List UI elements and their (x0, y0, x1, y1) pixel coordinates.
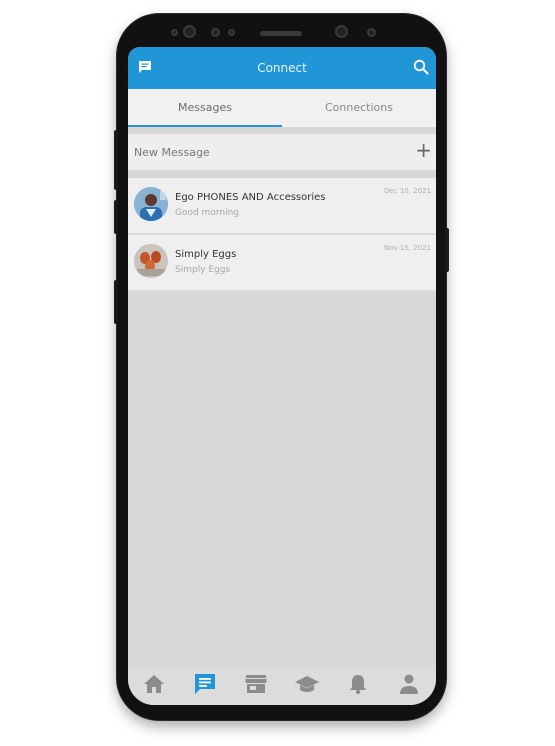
sensor-dot (211, 28, 220, 37)
conversation-preview: Good morning (175, 208, 239, 218)
conversation-date: Nov 15, 2021 (383, 244, 431, 252)
graduation-cap-icon (294, 673, 320, 699)
avatar (134, 187, 168, 221)
app-header: Connect (128, 47, 436, 89)
nav-profile[interactable] (383, 667, 434, 705)
conversation-item[interactable]: Simply Eggs Simply Eggs Nov 15, 2021 (128, 235, 436, 291)
new-message-row[interactable]: New Message + (128, 134, 436, 170)
nav-notifications[interactable] (332, 667, 383, 705)
sensor-dot (367, 28, 376, 37)
tab-messages[interactable]: Messages (128, 89, 282, 127)
home-icon (143, 673, 165, 699)
sensor-dot (171, 29, 178, 36)
plus-icon[interactable]: + (415, 140, 432, 160)
person-icon (399, 673, 419, 699)
bottom-nav (128, 667, 436, 705)
nav-messages[interactable] (179, 667, 230, 705)
phone-side-button (114, 130, 118, 190)
tab-bar: Messages Connections (128, 89, 436, 127)
sensor-dot (228, 29, 235, 36)
nav-home[interactable] (128, 667, 179, 705)
tab-connections[interactable]: Connections (282, 89, 436, 127)
nav-learning[interactable] (281, 667, 332, 705)
phone-power-button (445, 228, 449, 272)
nav-store[interactable] (230, 667, 281, 705)
iris-scanner (335, 25, 348, 38)
phone-top-bezel (117, 14, 446, 48)
earpiece-speaker (260, 31, 302, 36)
phone-side-button (114, 280, 118, 324)
store-icon (244, 673, 268, 699)
avatar (134, 244, 168, 278)
conversation-preview: Simply Eggs (175, 265, 231, 275)
phone-side-button (114, 200, 118, 234)
bell-icon (348, 673, 368, 699)
conversation-name: Ego PHONES AND Accessories (175, 192, 326, 203)
conversation-date: Dec 10, 2021 (384, 187, 431, 195)
conversation-item[interactable]: Ego PHONES AND Accessories Good morning … (128, 178, 436, 234)
conversation-name: Simply Eggs (175, 249, 237, 260)
front-camera (183, 25, 196, 38)
app-screen: Connect Messages Connections New Message… (128, 47, 436, 705)
search-icon[interactable] (413, 59, 429, 79)
messages-icon (193, 672, 217, 700)
page-title: Connect (257, 61, 307, 75)
new-message-label: New Message (134, 146, 210, 159)
